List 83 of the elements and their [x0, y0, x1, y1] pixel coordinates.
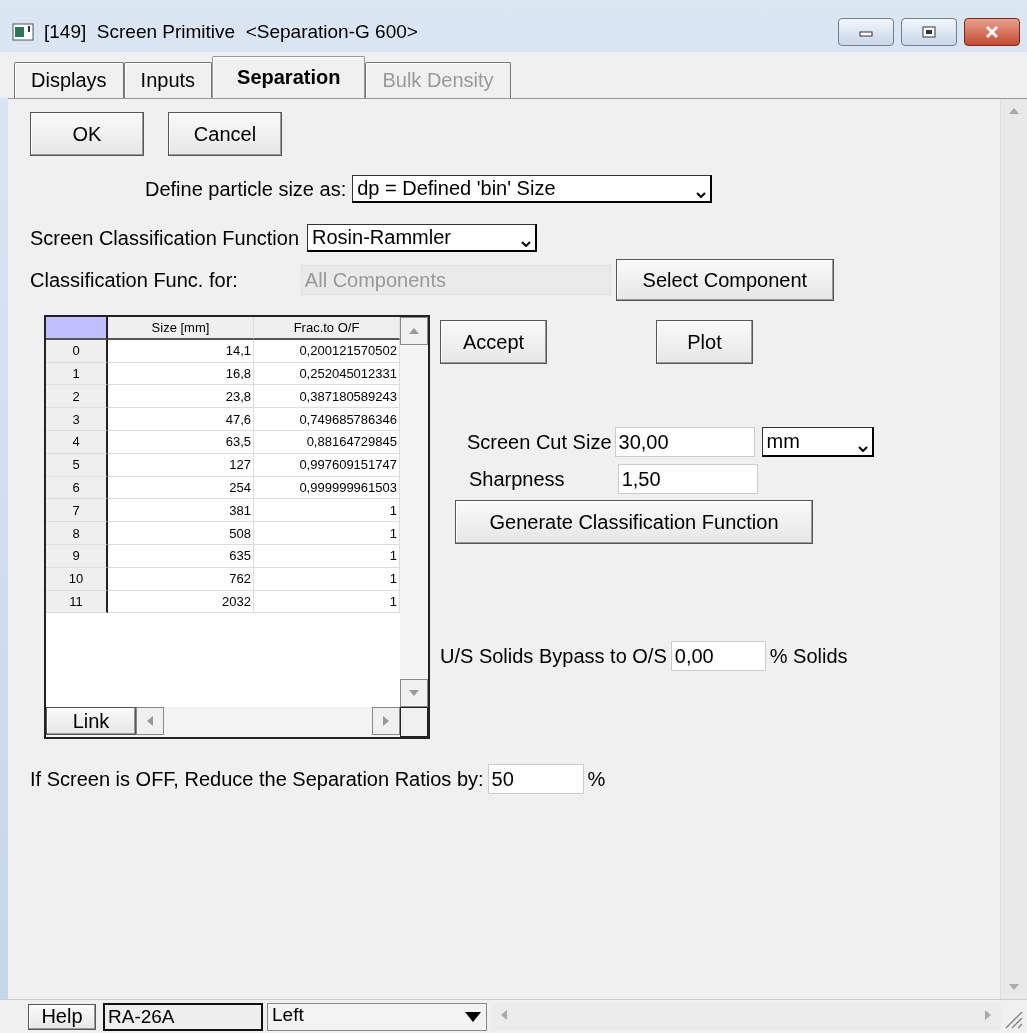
position-dropdown[interactable]: Left [267, 1002, 487, 1031]
classification-function-dropdown[interactable]: Rosin-Rammler [307, 224, 537, 252]
field-label: If Screen is OFF, Reduce the Separation Ratios by: [30, 767, 484, 791]
field-label: Sharpness [469, 467, 565, 491]
unit-dropdown[interactable]: mm [761, 427, 874, 457]
row-header[interactable]: 4 [46, 431, 108, 454]
down-arrow-icon [407, 688, 421, 698]
cut-size-field[interactable]: 30,00 [614, 427, 755, 457]
row-header[interactable]: 8 [46, 522, 108, 545]
accept-button[interactable]: Accept [440, 320, 547, 364]
name-field[interactable]: RA-26A [103, 1002, 263, 1031]
up-arrow-icon [407, 326, 421, 336]
dropdown-arrow-icon [464, 1010, 482, 1023]
link-button[interactable]: Link [46, 707, 136, 735]
restore-button[interactable] [901, 18, 957, 46]
table-cell: 127 [108, 453, 254, 477]
tab[interactable]: Separation [212, 56, 366, 98]
unit-label: % Solids [769, 644, 848, 668]
right-arrow-icon [985, 1009, 991, 1020]
reduction-field[interactable]: 50 [487, 764, 584, 794]
help-button[interactable]: Help [28, 1003, 96, 1030]
window-title: [149] Screen Primitive <Separation-G 600> [44, 21, 419, 43]
table-cell: 16,8 [108, 362, 254, 386]
dialog-button[interactable]: Cancel [168, 112, 282, 156]
horizontal-scrollbar[interactable] [491, 1002, 1001, 1031]
minimize-button[interactable] [838, 18, 894, 46]
right-arrow-icon [381, 714, 391, 728]
table-cell: 508 [108, 522, 254, 545]
table-cell: 23,8 [108, 385, 254, 409]
particle-size-dropdown[interactable]: dp = Defined 'bin' Size [352, 175, 713, 203]
table-cell: 381 [108, 499, 254, 523]
row-header[interactable]: 7 [46, 499, 108, 523]
row-header[interactable]: 3 [46, 408, 108, 431]
scroll-down-button[interactable] [400, 679, 428, 707]
grid-horizontal-scrollbar[interactable] [136, 707, 400, 737]
row-header[interactable]: 5 [46, 453, 108, 477]
row-header[interactable]: 6 [46, 476, 108, 500]
field-label: U/S Solids Bypass to O/S [440, 644, 667, 668]
left-arrow-icon [501, 1009, 507, 1020]
field-label: Define particle size as: [145, 177, 347, 201]
row-header[interactable]: 11 [46, 590, 108, 614]
grid-vertical-scrollbar[interactable] [400, 317, 428, 707]
field-label: Screen Cut Size [467, 430, 612, 454]
caret-icon [521, 241, 531, 247]
unit-label: % [587, 767, 606, 791]
sharpness-field[interactable]: 1,50 [617, 464, 758, 494]
grid-corner-cell[interactable] [46, 317, 108, 340]
table-cell: 762 [108, 567, 254, 591]
row-header[interactable]: 0 [46, 339, 108, 363]
plot-button[interactable]: Plot [656, 320, 753, 364]
row-header[interactable]: 9 [46, 544, 108, 568]
row-header[interactable]: 1 [46, 362, 108, 386]
tab[interactable]: Displays [14, 62, 124, 98]
column-header[interactable]: Frac.to O/F [254, 317, 400, 340]
vertical-scrollbar[interactable] [1000, 99, 1027, 999]
scroll-right-button[interactable] [372, 707, 400, 735]
resize-grip-icon [1005, 1011, 1023, 1029]
scroll-left-button[interactable] [136, 707, 164, 735]
table-cell: 2032 [108, 590, 254, 614]
down-arrow-icon [1009, 984, 1019, 990]
scroll-up-button[interactable] [400, 317, 428, 345]
dialog-button[interactable]: OK [30, 112, 144, 156]
row-header[interactable]: 2 [46, 385, 108, 409]
caret-icon [696, 192, 707, 198]
tab[interactable]: Inputs [123, 62, 213, 98]
close-button[interactable] [964, 18, 1020, 46]
field-label: Screen Classification Function [30, 226, 299, 250]
caret-icon [857, 446, 868, 452]
field-label: Classification Func. for: [30, 268, 238, 292]
table-cell: 254 [108, 476, 254, 500]
table-cell: 14,1 [108, 339, 254, 363]
table-cell: 635 [108, 544, 254, 568]
restore-icon [921, 25, 937, 39]
table-cell: 63,5 [108, 431, 254, 454]
left-arrow-icon [145, 714, 155, 728]
app-icon [12, 23, 34, 41]
generate-button[interactable]: Generate Classification Function [455, 500, 813, 544]
column-header[interactable]: Size [mm] [108, 317, 254, 340]
bypass-field[interactable]: 0,00 [670, 641, 766, 671]
up-arrow-icon [1009, 108, 1019, 114]
row-header[interactable]: 10 [46, 567, 108, 591]
close-icon [983, 25, 1001, 39]
table-cell: 47,6 [108, 408, 254, 431]
